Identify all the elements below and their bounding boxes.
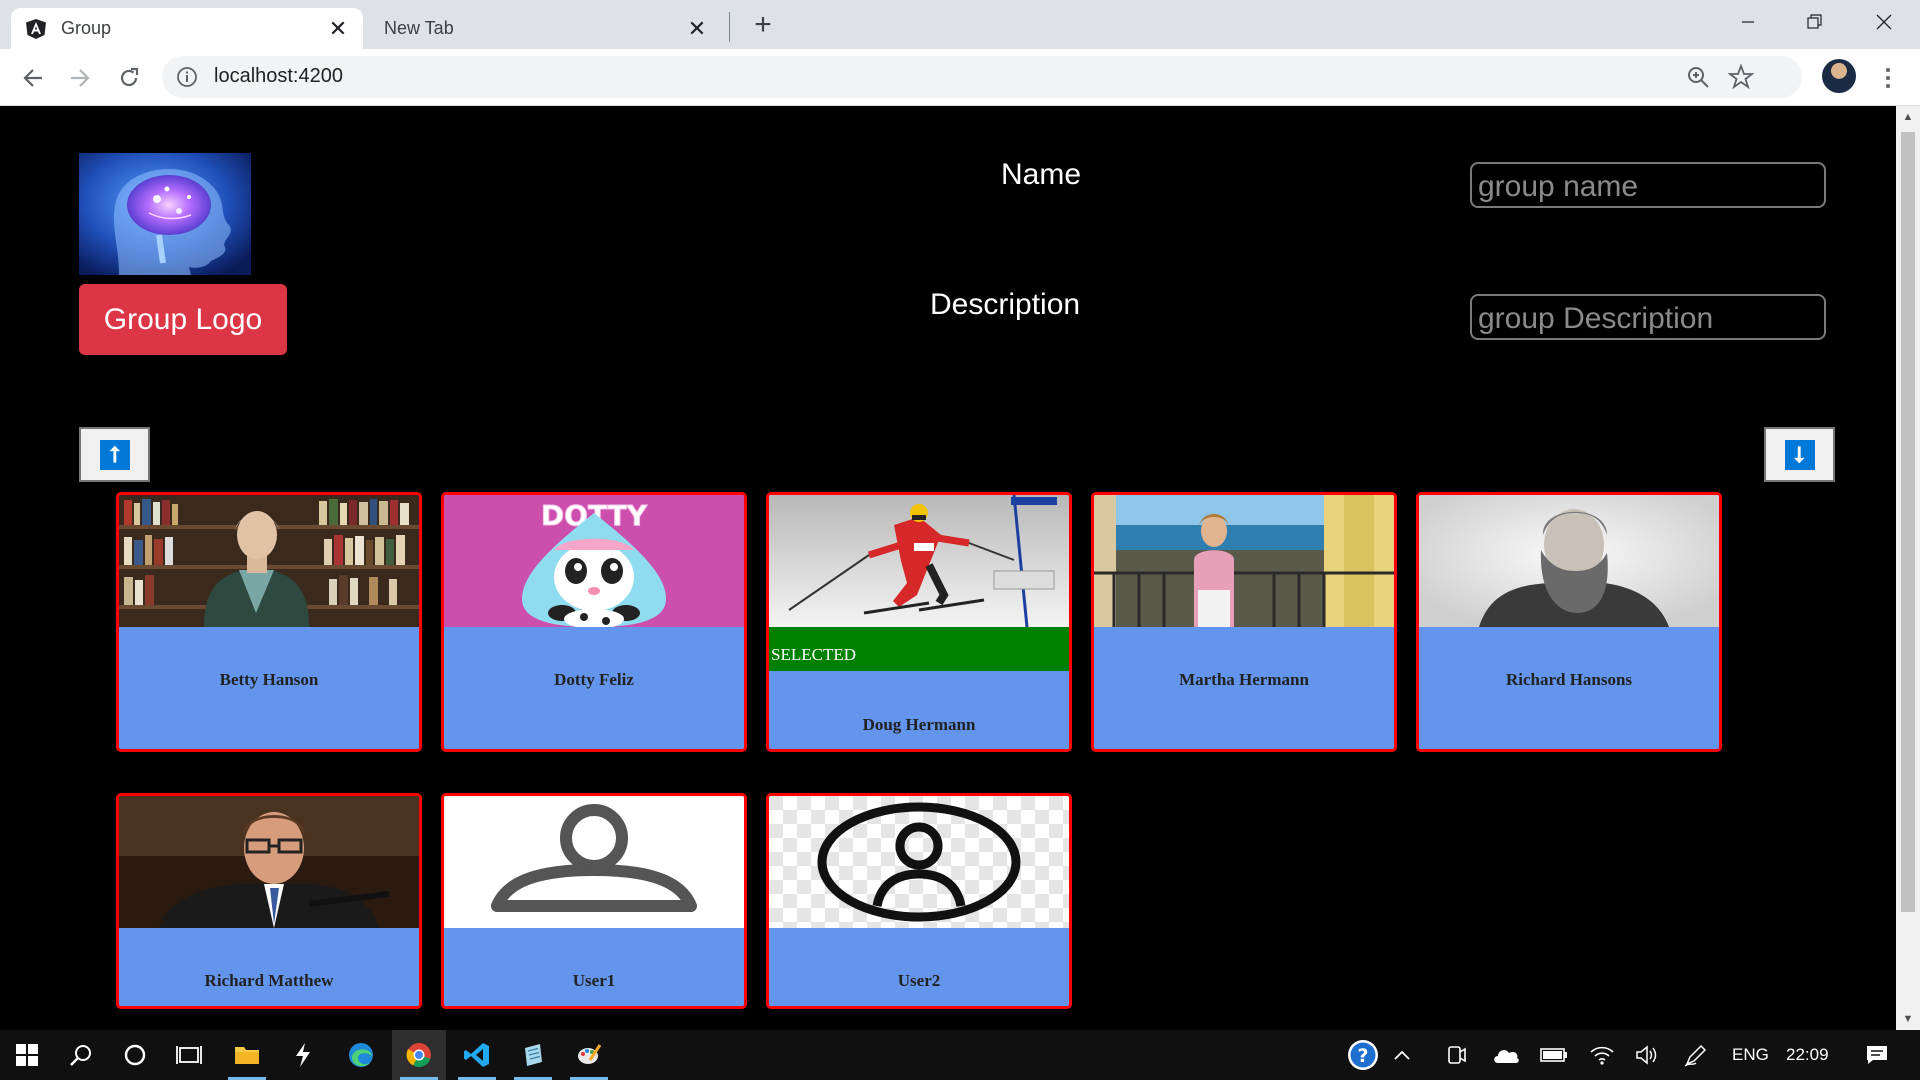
close-icon[interactable]: ✕ — [327, 16, 349, 41]
scroll-down-icon[interactable]: ▼ — [1901, 1012, 1915, 1026]
user-name: Doug Hermann — [862, 715, 976, 734]
skier-photo — [769, 495, 1069, 627]
user-card-selected[interactable]: SELECTED Doug Hermann — [766, 492, 1072, 752]
user-card[interactable]: Betty Hanson — [116, 492, 422, 752]
user-name: User1 — [572, 971, 616, 990]
dotty-cartoon-photo: DOTTY — [444, 495, 744, 627]
language-indicator[interactable]: ENG — [1732, 1045, 1769, 1065]
browser-titlebar: Group ✕ New Tab ✕ + — [0, 0, 1920, 49]
user-name: Betty Hanson — [219, 670, 319, 689]
user-name: Richard Hansons — [1505, 670, 1633, 689]
user-card[interactable]: Richard Hansons — [1416, 492, 1722, 752]
circle-user-icon — [769, 796, 1069, 928]
info-icon[interactable] — [176, 66, 198, 88]
window-close-icon[interactable] — [1851, 0, 1917, 44]
forward-arrow-icon[interactable] — [63, 61, 97, 95]
group-logo-image — [79, 153, 251, 275]
file-explorer-icon[interactable] — [220, 1030, 274, 1080]
user-card[interactable]: DOTTY Dotty Feliz — [441, 492, 747, 752]
user-name: Richard Matthew — [204, 971, 334, 990]
back-arrow-icon[interactable] — [16, 61, 50, 95]
page-viewport: Group Logo Name Description ⭡ ⭣ — [4, 106, 1896, 1030]
edge-browser-icon[interactable] — [334, 1030, 388, 1080]
group-logo-button[interactable]: Group Logo — [79, 284, 287, 355]
windows-taskbar: ? ENG 22:09 — [0, 1030, 1920, 1080]
speaker-man-photo — [119, 796, 419, 928]
bookmark-star-icon[interactable] — [1727, 63, 1755, 90]
tab-new-tab[interactable]: New Tab ✕ — [370, 8, 722, 49]
browser-menu-icon[interactable] — [1876, 61, 1900, 95]
windows-start-icon[interactable] — [0, 1030, 54, 1080]
notifications-icon[interactable] — [1852, 1030, 1902, 1080]
tab-title: New Tab — [384, 18, 454, 38]
bookshelf-woman-photo — [119, 495, 419, 627]
paint-app-icon[interactable] — [562, 1030, 616, 1080]
user-name: User2 — [897, 971, 941, 990]
zoom-icon[interactable] — [1686, 65, 1710, 89]
restore-icon[interactable] — [1782, 0, 1848, 44]
chevron-up-icon[interactable] — [1382, 1030, 1422, 1080]
pen-icon[interactable] — [1674, 1030, 1718, 1080]
page-scrollbar[interactable]: ▲ ▼ — [1896, 106, 1920, 1030]
cortana-icon[interactable] — [108, 1030, 162, 1080]
chrome-browser-icon[interactable] — [392, 1030, 446, 1080]
notepad-app-icon[interactable] — [506, 1030, 560, 1080]
tab-group[interactable]: Group ✕ — [11, 8, 363, 49]
wifi-icon[interactable] — [1580, 1030, 1624, 1080]
arrow-up-icon: ⭡ — [99, 439, 130, 470]
scrollbar-thumb[interactable] — [1901, 132, 1915, 912]
profile-avatar[interactable] — [1822, 59, 1856, 93]
arrow-down-icon: ⭣ — [1784, 439, 1815, 470]
browser-toolbar: localhost:4200 — [0, 49, 1920, 106]
meet-now-icon[interactable] — [1436, 1030, 1476, 1080]
new-tab-button[interactable]: + — [748, 10, 778, 40]
user-card[interactable]: Richard Matthew — [116, 793, 422, 1009]
reload-icon[interactable] — [112, 61, 146, 95]
user-name: Dotty Feliz — [554, 670, 634, 689]
address-bar[interactable]: localhost:4200 — [162, 56, 1802, 98]
tab-title: Group — [61, 18, 112, 38]
group-description-input[interactable] — [1470, 294, 1826, 340]
description-label: Description — [930, 288, 1081, 321]
url-text: localhost:4200 — [214, 65, 343, 87]
minimize-icon[interactable] — [1715, 0, 1781, 44]
balcony-woman-photo — [1094, 495, 1394, 627]
battery-icon — [1532, 1030, 1576, 1080]
onedrive-icon[interactable] — [1484, 1030, 1528, 1080]
name-label: Name — [1001, 158, 1082, 191]
user-card[interactable]: User2 — [766, 793, 1072, 1009]
default-user-icon — [444, 796, 744, 928]
user-card[interactable]: User1 — [441, 793, 747, 1009]
bearded-man-portrait-photo — [1419, 495, 1719, 627]
angular-icon — [25, 18, 47, 40]
group-name-input[interactable] — [1470, 162, 1826, 208]
vscode-icon[interactable] — [450, 1030, 504, 1080]
user-name: Martha Hermann — [1179, 670, 1309, 689]
task-view-icon[interactable] — [162, 1030, 216, 1080]
volume-icon[interactable] — [1626, 1030, 1670, 1080]
lightning-app-icon[interactable] — [276, 1030, 330, 1080]
tab-divider — [729, 12, 730, 42]
sort-up-button[interactable]: ⭡ — [79, 427, 150, 482]
clock-time[interactable]: 22:09 — [1786, 1045, 1829, 1065]
user-card[interactable]: Martha Hermann — [1091, 492, 1397, 752]
sort-down-button[interactable]: ⭣ — [1764, 427, 1835, 482]
selected-badge: SELECTED — [769, 627, 1069, 671]
search-icon[interactable] — [54, 1030, 108, 1080]
svg-text:?: ? — [1357, 1045, 1368, 1067]
scroll-up-icon[interactable]: ▲ — [1901, 110, 1915, 124]
close-icon[interactable]: ✕ — [686, 16, 708, 41]
